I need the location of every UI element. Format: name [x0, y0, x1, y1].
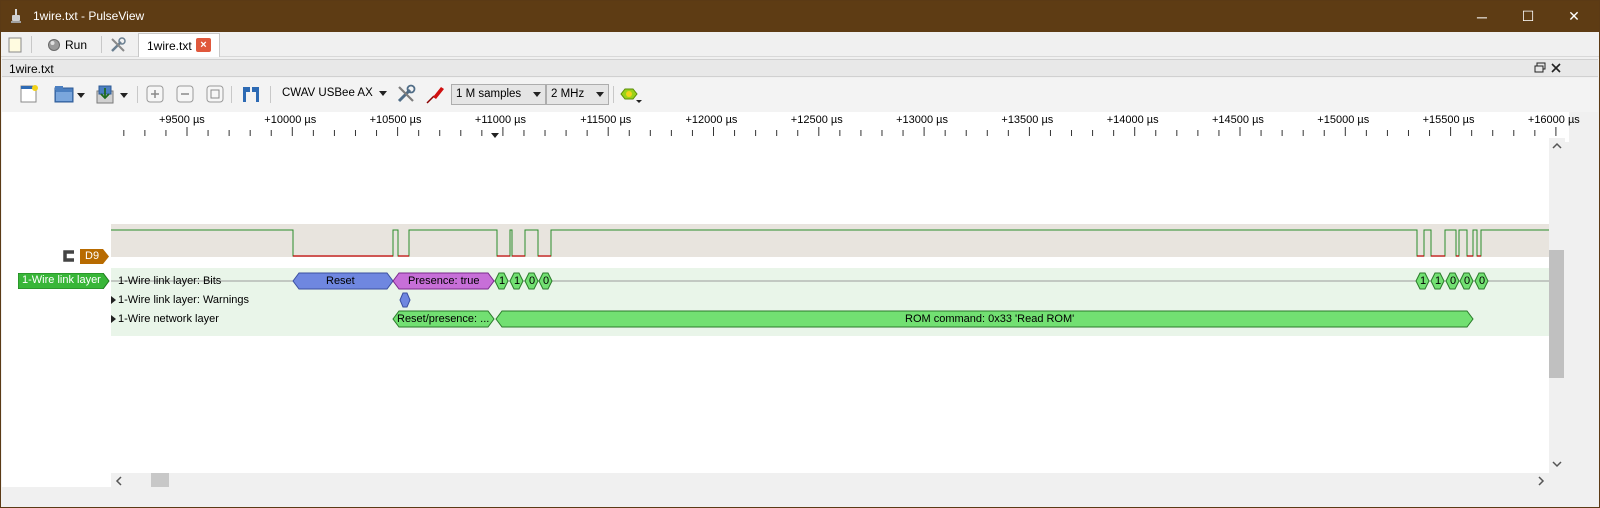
- chevron-down-icon: [596, 92, 604, 97]
- sample-count-value: 1 M samples: [456, 88, 522, 100]
- channel-name: D9: [85, 250, 100, 262]
- device-name: CWAV USBee AX: [282, 87, 373, 99]
- maximize-icon: ☐: [1521, 8, 1535, 24]
- scroll-up-icon[interactable]: [1552, 142, 1562, 150]
- new-view-icon[interactable]: [18, 83, 40, 105]
- device-config-icon[interactable]: [395, 83, 417, 105]
- expand-row-icon[interactable]: [111, 296, 117, 304]
- decoder-row-network: 1-Wire network layer: [118, 313, 219, 325]
- session-settings-button[interactable]: [109, 34, 127, 55]
- status-bar: [2, 487, 1598, 507]
- document-title: 1wire.txt: [9, 62, 54, 76]
- maximize-button[interactable]: ☐: [1505, 1, 1551, 32]
- time-ruler[interactable]: +9500 µs +10000 µs +10500 µs +11000 µs +1150…: [111, 112, 1580, 142]
- pulseview-app-icon: [11, 9, 21, 23]
- run-icon: [48, 38, 60, 51]
- device-selector[interactable]: CWAV USBee AX: [282, 87, 392, 99]
- scroll-down-icon[interactable]: [1552, 460, 1562, 468]
- toolbar-separator: [231, 86, 232, 103]
- chevron-down-icon: [533, 92, 541, 97]
- bit-label: 0: [1479, 275, 1486, 287]
- toolbar-separator: [613, 86, 614, 103]
- minimize-icon: ─: [1477, 8, 1487, 25]
- decoder-badge[interactable]: 1-Wire link layer: [18, 273, 110, 289]
- bit-label: 1: [499, 275, 506, 287]
- session-toolbar: CWAV USBee AX 1 M samples 2 MHz: [2, 78, 1598, 112]
- save-menu-chevron-icon[interactable]: [119, 83, 129, 105]
- sample-rate-select[interactable]: 2 MHz: [546, 84, 609, 105]
- close-window-button[interactable]: ✕: [1551, 1, 1597, 32]
- open-menu-chevron-icon[interactable]: [76, 83, 86, 105]
- decoder-row-bits: 1-Wire link layer: Bits: [118, 275, 222, 287]
- toolbar-separator: [270, 86, 271, 103]
- expand-row-icon[interactable]: [111, 315, 117, 323]
- zoom-fit-icon[interactable]: [204, 83, 226, 105]
- trace-headers: D9 1-Wire link layer: [2, 112, 111, 487]
- tab-1wire-txt[interactable]: 1wire.txt ×: [138, 33, 220, 57]
- new-session-button[interactable]: [7, 34, 23, 55]
- zoom-out-icon[interactable]: [174, 83, 196, 105]
- bit-label: 1: [1435, 275, 1442, 287]
- toolbar-separator: [101, 36, 102, 53]
- zoom-in-icon[interactable]: [144, 83, 166, 105]
- probe-icon[interactable]: [424, 83, 446, 105]
- bit-label: 1: [1420, 275, 1427, 287]
- toolbar-separator: [137, 86, 138, 103]
- close-document-icon[interactable]: [1550, 62, 1562, 74]
- scroll-right-icon[interactable]: [1537, 476, 1545, 486]
- tools-icon: [111, 36, 126, 52]
- vertical-scroll-thumb[interactable]: [1549, 250, 1564, 378]
- close-icon: ✕: [1568, 8, 1580, 24]
- minimize-button[interactable]: ─: [1459, 1, 1505, 32]
- trace-view[interactable]: Reset Presence: true Reset/presence: ...…: [111, 142, 1549, 473]
- run-button[interactable]: Run: [47, 34, 87, 55]
- document-icon: [8, 37, 22, 52]
- scroll-left-icon[interactable]: [115, 476, 123, 486]
- channel-badge-d9[interactable]: D9: [80, 249, 110, 264]
- bit-label: 0: [1464, 275, 1471, 287]
- vertical-scrollbar[interactable]: [1549, 138, 1565, 473]
- reset-label: Reset: [326, 275, 355, 287]
- open-icon[interactable]: [53, 83, 75, 105]
- trigger-marker-icon: [491, 133, 499, 138]
- horizontal-scroll-thumb[interactable]: [151, 473, 169, 487]
- tab-label: 1wire.txt: [147, 39, 192, 53]
- bit-label: 0: [529, 275, 536, 287]
- app-window: 1wire.txt - PulseView ─ ☐ ✕ Run 1wire.tx…: [0, 0, 1600, 508]
- run-label: Run: [65, 37, 88, 52]
- window-title: 1wire.txt - PulseView: [33, 9, 145, 23]
- sample-rate-value: 2 MHz: [551, 88, 585, 100]
- trace-canvas: [111, 224, 1549, 336]
- logic-channel-icon[interactable]: [62, 250, 75, 262]
- ruler-ticks: [123, 127, 1557, 138]
- cursor-markers-icon[interactable]: [240, 83, 262, 105]
- decoder-name: 1-Wire link layer: [22, 274, 101, 286]
- logic-trace-background: [111, 224, 1549, 257]
- device-chevron-down-icon: [379, 91, 387, 96]
- bit-label: 1: [514, 275, 521, 287]
- horizontal-scrollbar[interactable]: [111, 473, 1549, 487]
- presence-label: Presence: true: [408, 275, 480, 287]
- float-window-icon[interactable]: [1534, 62, 1546, 74]
- bit-label: 0: [543, 275, 550, 287]
- main-toolbar: Run 1wire.txt ×: [1, 32, 1599, 57]
- add-decoder-icon[interactable]: [618, 83, 644, 105]
- save-icon[interactable]: [94, 83, 116, 105]
- title-bar: 1wire.txt - PulseView ─ ☐ ✕: [1, 1, 1599, 32]
- reset-presence-label: Reset/presence: ...: [397, 313, 490, 325]
- bit-label: 0: [1450, 275, 1457, 287]
- toolbar-separator: [31, 36, 32, 53]
- document-bar: 1wire.txt: [2, 59, 1598, 77]
- rom-command-label: ROM command: 0x33 'Read ROM': [905, 313, 1075, 325]
- close-tab-icon[interactable]: ×: [196, 38, 211, 52]
- decoder-row-warnings: 1-Wire link layer: Warnings: [118, 294, 250, 306]
- sample-count-select[interactable]: 1 M samples: [451, 84, 546, 105]
